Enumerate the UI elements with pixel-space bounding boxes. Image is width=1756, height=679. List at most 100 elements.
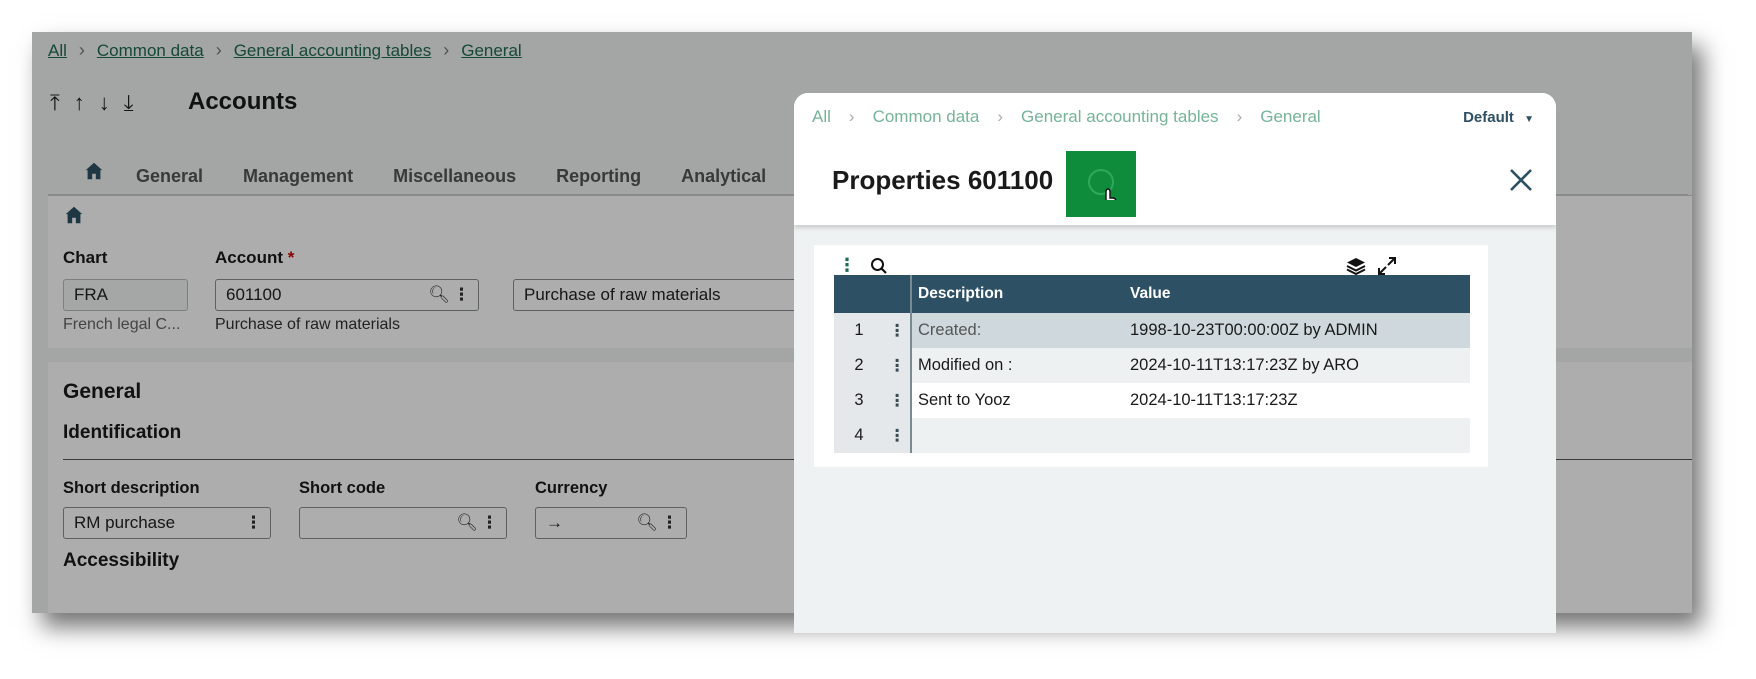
table-row[interactable]: 3 ⋮ Sent to Yooz 2024-10-11T13:17:23Z: [834, 383, 1470, 418]
row-actions-icon[interactable]: ⋮: [884, 348, 912, 383]
more-options-icon[interactable]: ⋮: [245, 513, 262, 533]
last-record-icon[interactable]: ⤓: [124, 90, 134, 116]
breadcrumb-general[interactable]: General: [461, 41, 521, 61]
chevron-right-icon: ›: [997, 107, 1004, 126]
search-icon[interactable]: 🔍︎: [428, 285, 450, 305]
cell-description[interactable]: Sent to Yooz: [911, 383, 1124, 418]
chevron-right-icon: ›: [215, 40, 222, 60]
tab-bar: General Management Miscellaneous Reporti…: [72, 158, 786, 198]
account-label: Account *: [215, 248, 294, 268]
chevron-right-icon: ›: [1236, 107, 1243, 126]
previous-record-icon[interactable]: ↑: [74, 90, 85, 116]
tab-management[interactable]: Management: [223, 158, 373, 195]
breadcrumb: All › Common data › General accounting t…: [48, 40, 522, 61]
row-number: 1: [834, 313, 884, 348]
dialog-header: All › Common data › General accounting t…: [794, 93, 1556, 225]
dialog-title: Properties 601100: [832, 165, 1054, 195]
help-button[interactable]: [1066, 151, 1136, 217]
chart-field[interactable]: FRA: [63, 279, 188, 311]
cell-value[interactable]: 2024-10-11T13:17:23Z: [1124, 383, 1470, 418]
caret-down-icon: ▼: [1524, 114, 1534, 125]
tab-reporting[interactable]: Reporting: [536, 158, 661, 195]
currency-label: Currency: [535, 479, 608, 497]
page-title: Accounts: [188, 88, 298, 115]
row-actions-header: [884, 275, 912, 313]
layers-icon[interactable]: [1346, 257, 1366, 275]
home-icon: [65, 206, 83, 224]
chevron-right-icon: ›: [848, 107, 855, 126]
tab-miscellaneous[interactable]: Miscellaneous: [373, 158, 536, 195]
more-options-icon[interactable]: ⋮: [453, 285, 470, 305]
cell-value[interactable]: [1124, 418, 1470, 453]
short-code-label: Short code: [299, 479, 386, 497]
dialog-breadcrumb-all[interactable]: All: [812, 107, 831, 127]
account-label-text: Account: [215, 248, 283, 267]
chart-description: French legal C...: [63, 316, 181, 333]
expand-icon[interactable]: [1378, 257, 1396, 275]
row-actions-icon[interactable]: ⋮: [884, 418, 912, 453]
grid-actions-icon[interactable]: ⋮: [838, 255, 856, 276]
dialog-breadcrumb-general[interactable]: General: [1260, 107, 1320, 127]
first-record-icon[interactable]: ⤒: [50, 90, 60, 116]
column-header-value[interactable]: Value: [1124, 275, 1470, 313]
home-icon: [85, 162, 103, 179]
chart-value: FRA: [74, 285, 108, 304]
tab-general[interactable]: General: [116, 158, 223, 195]
cell-value[interactable]: 1998-10-23T00:00:00Z by ADMIN: [1124, 313, 1470, 348]
breadcrumb-all[interactable]: All: [48, 41, 67, 61]
currency-field[interactable]: → 🔍︎ ⋮: [535, 507, 687, 539]
cell-description[interactable]: [911, 418, 1124, 453]
column-header-description[interactable]: Description: [911, 275, 1124, 313]
short-description-value: RM purchase: [74, 513, 176, 532]
section-title: General: [63, 380, 142, 403]
description-field[interactable]: Purchase of raw materials: [513, 279, 813, 311]
next-record-icon[interactable]: ↓: [99, 90, 110, 116]
short-code-field[interactable]: 🔍︎ ⋮: [299, 507, 507, 539]
row-actions-icon[interactable]: ⋮: [884, 383, 912, 418]
more-options-icon[interactable]: ⋮: [661, 513, 678, 533]
table-row[interactable]: 4 ⋮: [834, 418, 1470, 453]
search-icon[interactable]: 🔍︎: [456, 513, 478, 533]
chevron-right-icon: ›: [78, 40, 85, 60]
tab-analytical[interactable]: Analytical: [661, 158, 786, 195]
table-row[interactable]: 1 ⋮ Created: 1998-10-23T00:00:00Z by ADM…: [834, 313, 1470, 348]
view-selector[interactable]: Default ▼: [1463, 109, 1534, 126]
table-header-row: Description Value: [834, 275, 1470, 313]
tab-home[interactable]: [72, 160, 116, 198]
row-number: 4: [834, 418, 884, 453]
record-navigation: ⤒ ↑ ↓ ⤓: [50, 90, 133, 116]
cell-value[interactable]: 2024-10-11T13:17:23Z by ARO: [1124, 348, 1470, 383]
account-field[interactable]: 601100 🔍︎ ⋮: [215, 279, 479, 311]
description-value: Purchase of raw materials: [524, 285, 721, 304]
row-actions-icon[interactable]: ⋮: [884, 313, 912, 348]
properties-dialog: All › Common data › General accounting t…: [794, 93, 1556, 633]
close-icon[interactable]: [1504, 163, 1538, 197]
more-options-icon[interactable]: ⋮: [481, 513, 498, 533]
currency-value: →: [546, 513, 563, 532]
short-description-label: Short description: [63, 479, 200, 497]
table-row[interactable]: 2 ⋮ Modified on : 2024-10-11T13:17:23Z b…: [834, 348, 1470, 383]
search-icon[interactable]: [870, 257, 888, 275]
account-description: Purchase of raw materials: [215, 316, 400, 333]
cell-description[interactable]: Modified on :: [911, 348, 1124, 383]
dialog-breadcrumb-general-accounting-tables[interactable]: General accounting tables: [1021, 107, 1219, 127]
short-description-field[interactable]: RM purchase ⋮: [63, 507, 271, 539]
dialog-breadcrumb-common-data[interactable]: Common data: [873, 107, 980, 127]
row-number: 3: [834, 383, 884, 418]
view-selector-value: Default: [1463, 109, 1514, 126]
required-marker: *: [287, 248, 295, 267]
accessibility-heading: Accessibility: [63, 550, 180, 571]
breadcrumb-common-data[interactable]: Common data: [97, 41, 204, 61]
help-icon: [1088, 169, 1117, 200]
account-value: 601100: [226, 285, 282, 304]
search-icon[interactable]: 🔍︎: [636, 513, 658, 533]
chart-label: Chart: [63, 248, 108, 267]
breadcrumb-general-accounting-tables[interactable]: General accounting tables: [234, 41, 432, 61]
row-number: 2: [834, 348, 884, 383]
properties-table: Description Value 1 ⋮ Created: 1998-10-2…: [834, 275, 1470, 453]
section-subtitle: Identification: [63, 422, 182, 443]
cell-description[interactable]: Created:: [911, 313, 1124, 348]
properties-grid: ⋮ Description Value 1 ⋮ Created: 1998-10…: [814, 245, 1488, 467]
row-number-header: [834, 275, 884, 313]
dialog-breadcrumb: All › Common data › General accounting t…: [812, 107, 1321, 127]
